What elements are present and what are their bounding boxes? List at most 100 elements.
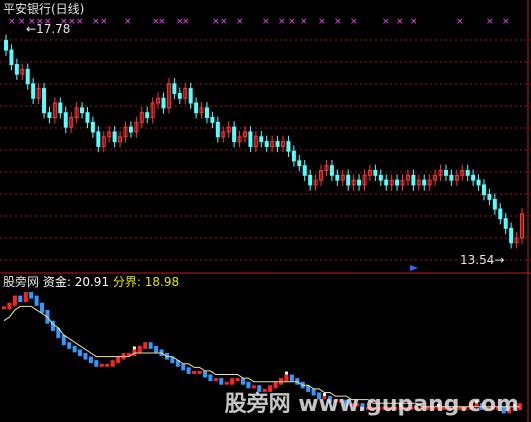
candle-body <box>443 169 448 176</box>
signal-marker <box>410 265 418 271</box>
fund-bar <box>29 292 34 299</box>
cross-marker: × <box>100 17 108 27</box>
cross-marker: × <box>262 17 270 27</box>
fund-bar <box>137 345 142 353</box>
candle-body <box>357 179 362 186</box>
candle-body <box>42 88 47 114</box>
candle-body <box>63 112 68 128</box>
candle-body <box>210 117 215 123</box>
divide-value: 18.98 <box>144 275 180 289</box>
candle-body <box>259 136 264 143</box>
candle-body <box>25 68 30 85</box>
fund-bar <box>202 370 207 378</box>
candle-body <box>96 131 101 147</box>
fund-bar <box>289 374 294 382</box>
fund-bar <box>110 360 115 367</box>
fund-value: 20.91 <box>74 275 110 289</box>
candle-body <box>215 121 220 138</box>
fund-bar <box>186 367 191 374</box>
candle-body <box>492 198 497 210</box>
cross-marker: × <box>76 17 84 27</box>
watermark: 股旁网 www.gupang.com <box>224 392 519 417</box>
cross-marker: × <box>456 17 464 27</box>
candle-body <box>31 83 36 99</box>
fund-bar <box>116 356 121 364</box>
candle-body <box>145 112 150 119</box>
cross-marker: × <box>8 17 16 27</box>
candle-body <box>346 174 351 186</box>
cross-marker: × <box>318 17 326 27</box>
fund-bar <box>94 360 99 367</box>
cross-marker: × <box>124 17 132 27</box>
fund-bar <box>240 378 245 385</box>
candle-body <box>395 179 400 186</box>
cross-marker: × <box>382 17 390 27</box>
cross-marker: × <box>158 17 166 27</box>
candle-body <box>373 169 378 176</box>
candle-body <box>177 92 182 99</box>
indicator-header: 股旁网 资金: 20.91 分界: 18.98 <box>3 275 179 289</box>
fund-tick <box>284 371 288 375</box>
fund-bar <box>99 363 104 367</box>
candle-body <box>248 131 253 147</box>
fund-bar <box>192 370 197 374</box>
fund-bar <box>34 295 39 306</box>
fund-bar <box>197 370 202 374</box>
fund-bar <box>224 381 229 385</box>
candle-body <box>161 97 166 109</box>
candle-body <box>128 126 133 133</box>
cross-marker: × <box>350 17 358 27</box>
candle-body <box>335 174 340 181</box>
candle-body <box>14 64 19 75</box>
fund-bar <box>18 295 23 303</box>
candle-body <box>264 141 269 147</box>
divide-label: 分界: <box>112 275 141 289</box>
candle-body <box>503 218 508 229</box>
fund-bar <box>208 374 213 382</box>
candle-body <box>329 165 334 176</box>
candle-body <box>449 174 454 181</box>
low-value: 13.54 <box>460 253 495 267</box>
fund-bar <box>143 342 148 349</box>
cross-marker: × <box>236 17 244 27</box>
candle-body <box>297 160 302 167</box>
candle-body <box>465 169 470 176</box>
cross-marker: × <box>288 17 296 27</box>
indicator-name: 股旁网 <box>3 275 40 289</box>
candle-body <box>80 107 85 114</box>
fund-bar <box>78 349 83 356</box>
fund-bar <box>213 378 218 382</box>
fund-bar <box>72 345 77 353</box>
candle-body <box>509 227 514 244</box>
cross-marker: × <box>278 17 286 27</box>
fund-bar <box>230 378 235 385</box>
fund-bar <box>154 345 159 353</box>
fund-bar <box>284 374 289 382</box>
high-value: 17.78 <box>36 22 71 36</box>
cross-marker: × <box>182 17 190 27</box>
fund-bar <box>67 342 72 349</box>
candle-body <box>275 141 280 147</box>
stock-chart: × × × × × × × × × × × × × × × × × × × × × × × × × × × × × × × 平安银行(日线)… <box>0 0 531 422</box>
cross-marker: × <box>502 17 510 27</box>
candle-body <box>378 174 383 181</box>
candle-body <box>47 112 52 119</box>
fund-bar <box>148 342 153 349</box>
candle-body <box>291 150 296 162</box>
candle-body <box>286 141 291 152</box>
candle-body <box>58 102 63 114</box>
candle-body <box>481 184 486 196</box>
fund-bar <box>23 292 28 303</box>
cross-marker: × <box>92 17 100 27</box>
fund-tick <box>132 346 136 350</box>
fund-bar <box>40 302 45 313</box>
fund-label: 资金: <box>42 275 71 289</box>
candle-body <box>498 208 503 220</box>
cross-marker: × <box>396 17 404 27</box>
candle-body <box>90 121 95 133</box>
candle-body <box>384 179 389 186</box>
candle-body <box>194 102 199 114</box>
candle-body <box>302 165 307 176</box>
low-arrow: → <box>494 253 505 267</box>
high-price-label: ←17.78 <box>26 22 70 36</box>
